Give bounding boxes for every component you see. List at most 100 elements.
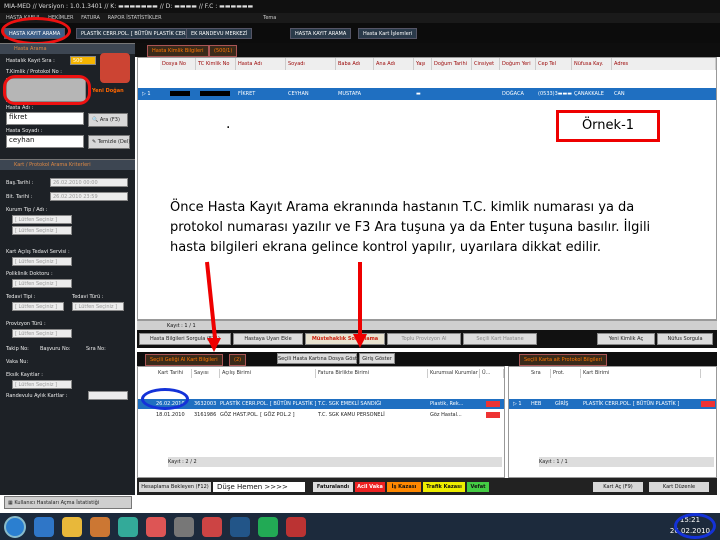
tab-hasta-kart-islemleri[interactable]: Hasta Kart İşlemleri	[358, 28, 418, 39]
poliklinik-select[interactable]: [ Lütfen Seçiniz ]	[12, 279, 72, 288]
col-kart-birimi[interactable]: Kart Birimi	[581, 369, 701, 378]
col-ad[interactable]: Hasta Adı	[236, 58, 286, 70]
giris-goster-button[interactable]: Giriş Göster	[359, 353, 395, 364]
nufus-sorgula-button[interactable]: Nüfus Sorgula	[657, 333, 713, 345]
hesaplama-button[interactable]: Hesaplama Bekleyen (F12)	[139, 482, 211, 492]
menu-fatura[interactable]: FATURA	[81, 15, 100, 21]
menu-rapor[interactable]: RAPOR İSTATİSTİKLER	[108, 15, 162, 21]
highlight-oval-tab	[1, 17, 71, 45]
record-count-badge: (500/1)	[209, 45, 238, 57]
dosya-goster-button[interactable]: Seçili Hasta Kartına Dosya Göster	[277, 353, 362, 364]
table-row[interactable]: 26.02.2010 3632003 PLASTİK CERR.POL. [ B…	[138, 399, 504, 409]
yeni-dogan-label[interactable]: Yeni Doğan	[92, 88, 124, 94]
table-row[interactable]: ▷ 1 FİKRET CEYHAN MUSTAFA ▬ DOĞACA (0533…	[138, 88, 716, 100]
start-button-icon[interactable]	[4, 516, 26, 538]
provizyon-select[interactable]: [ Lütfen Seçiniz ]	[12, 329, 72, 338]
yeni-kimlik-button[interactable]: Yeni Kimlik Aç	[597, 333, 655, 345]
col-sira[interactable]: Sıra	[529, 369, 551, 378]
tab-hasta-kimlik[interactable]: Hasta Kimlik Bilgileri	[147, 45, 209, 57]
uyari-ekle-button[interactable]: Hastaya Uyarı Ekle	[233, 333, 303, 345]
acil-vaka-button[interactable]: Acil Vaka	[355, 482, 385, 492]
col-dosya-no[interactable]: Dosya No	[160, 58, 196, 70]
kart-acilis-select[interactable]: [ Lütfen Seçiniz ]	[12, 257, 72, 266]
sira-label: Sıra No:	[86, 346, 106, 352]
randevulu-select[interactable]	[88, 391, 128, 400]
bit-tarih-field[interactable]: 26.02.2010 23:59	[50, 192, 128, 201]
folder-icon[interactable]	[62, 517, 82, 537]
grid-footer: Kayıt : 1 / 1	[137, 320, 717, 330]
col-ana[interactable]: Ana Adı	[374, 58, 414, 70]
table-row[interactable]: ▷ 1 HEB GİRİŞ PLASTİK CERR.POL. [ BÜTÜN …	[509, 399, 716, 409]
col-baba[interactable]: Baba Adı	[336, 58, 374, 70]
hasta-soyadi-input[interactable]: ceyhan	[6, 135, 84, 148]
app-icon[interactable]	[174, 517, 194, 537]
tab-hasta-kayit-arama-2[interactable]: HASTA KAYIT ARAMA	[290, 28, 352, 39]
media-player-icon[interactable]	[90, 517, 110, 537]
table-row[interactable]: 18.01.2010 3161986 GÖZ HAST.POL. [ GÖZ P…	[138, 410, 504, 420]
col-soyad[interactable]: Soyadı	[286, 58, 336, 70]
kurum-tip-select[interactable]: [ Lütfen Seçiniz ]	[12, 215, 72, 224]
poliklinik-label: Poliklinik Doktoru :	[6, 271, 53, 277]
faturalandi-button[interactable]: Faturalandı	[313, 482, 353, 492]
ie-icon[interactable]	[34, 517, 54, 537]
trafik-kazasi-button[interactable]: Trafik Kazası	[423, 482, 465, 492]
dusum-input[interactable]: Düşe Hemen >>>>	[213, 482, 305, 492]
col-adres[interactable]: Adres	[612, 58, 716, 70]
col-kurumsal[interactable]: Kurumsal Kurumlar	[428, 369, 480, 378]
eksik-select[interactable]: [ Lütfen Seçiniz ]	[12, 380, 72, 389]
cell-yas: ▬	[416, 91, 421, 97]
temizle-button[interactable]: ✎ Temizle (Del)	[88, 135, 130, 149]
col-yas[interactable]: Yaşı	[414, 58, 432, 70]
app-icon[interactable]	[286, 517, 306, 537]
status-badge	[486, 412, 500, 418]
col-tc[interactable]: TC Kimlik No	[196, 58, 236, 70]
annotation-dot: .	[226, 116, 231, 132]
menu-tema[interactable]: Tema	[263, 15, 276, 21]
istatistik-button[interactable]: ▦ Kullanıcı Hastaları Açma İstatistiği	[4, 496, 132, 509]
col-cep[interactable]: Cep Tel	[536, 58, 572, 70]
kart-ac-button[interactable]: Kart Aç (F9)	[593, 482, 643, 492]
kurum-label: Kurum Tip / Adı :	[6, 207, 48, 213]
col-u[interactable]: Ü...	[480, 369, 504, 378]
col-acilis-birimi[interactable]: Açılış Birimi	[220, 369, 316, 378]
col-prot[interactable]: Prot.	[551, 369, 581, 378]
tab-secili-kart-bilgileri[interactable]: Seçili Geliği Al Kart Bilgileri	[145, 354, 223, 366]
hasta-adi-label: Hasta Adı :	[6, 105, 34, 111]
tab-protokol-bilgileri[interactable]: Seçili Karta ait Protokol Bilgileri	[519, 354, 608, 366]
kart-duzenle-button[interactable]: Kart Düzenle	[649, 482, 709, 492]
tedavi-turu-select[interactable]: [ Lütfen Seçiniz ]	[72, 302, 124, 311]
tab-ek-randevu[interactable]: EK RANDEVU MERKEZİ	[186, 28, 253, 39]
col-cinsiyet[interactable]: Cinsiyet	[472, 58, 500, 70]
search-icon: 🔍	[92, 117, 100, 123]
col-kart-tarihi[interactable]: Kart Tarihi	[156, 369, 192, 378]
toplu-provizyon-button[interactable]: Toplu Provizyon Al	[387, 333, 461, 345]
tedavi-tipi-select[interactable]: [ Lütfen Seçiniz ]	[12, 302, 64, 311]
ara-button[interactable]: 🔍 Ara (F3)	[88, 113, 128, 127]
bas-tarih-field[interactable]: 26.02.2010 00:00	[50, 178, 128, 187]
app-icon[interactable]	[202, 517, 222, 537]
chrome-icon[interactable]	[118, 517, 138, 537]
col-nufus[interactable]: Nüfusa Kay.	[572, 58, 612, 70]
cell-birim: PLASTİK CERR.POL. [ BÜTÜN PLASTİK ]	[583, 401, 680, 407]
kayit-sira-label: Hastalık Kayıt Sıra :	[6, 58, 55, 64]
col-dogum-yeri[interactable]: Doğum Yeri	[500, 58, 536, 70]
col-sayisi[interactable]: Sayısı	[192, 369, 220, 378]
hasta-adi-input[interactable]: fikret	[6, 112, 84, 125]
app-icon[interactable]	[146, 517, 166, 537]
protokol-grid-footer: Kayıt : 1 / 1	[539, 457, 714, 467]
col-dogum-tarihi[interactable]: Doğum Tarihi	[432, 58, 472, 70]
cell-birim: PLASTİK CERR.POL. [ BÜTÜN PLASTİK ]	[220, 401, 317, 407]
red-arrow-right	[358, 262, 362, 336]
vefat-button[interactable]: Vefat	[467, 482, 489, 492]
cell-kurum: T.C. SGK KAMU PERSONELİ	[318, 412, 385, 418]
kayit-sira-field[interactable]: 500	[70, 56, 96, 65]
col-fatura-birimi[interactable]: Fatura Birlikte Birimi	[316, 369, 428, 378]
app-icon[interactable]	[258, 517, 278, 537]
mustehaklik-button[interactable]: Müstehaklık Sorgulama	[305, 333, 385, 345]
kurum-adi-select[interactable]: [ Lütfen Seçiniz ]	[12, 226, 72, 235]
is-kazasi-button[interactable]: İş Kazası	[387, 482, 421, 492]
menu-bar: HASTA KABUL HEKİMLER FATURA RAPOR İSTATİ…	[0, 13, 720, 23]
secili-kart-button[interactable]: Seçili Kart Hastane	[463, 333, 537, 345]
kart-grid: Kart Tarihi Sayısı Açılış Birimi Fatura …	[137, 366, 505, 478]
app-icon[interactable]	[230, 517, 250, 537]
